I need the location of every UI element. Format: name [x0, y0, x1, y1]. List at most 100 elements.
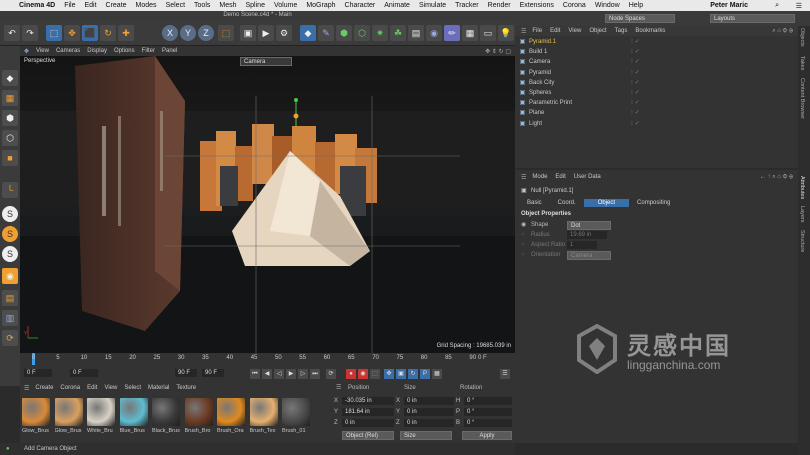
x-size-field[interactable]: 0 in: [404, 397, 454, 405]
radius-radio-icon[interactable]: ○: [521, 231, 525, 239]
environment-icon[interactable]: ▤: [408, 25, 424, 41]
object-name[interactable]: Spheres: [529, 89, 629, 98]
right-tab-takes[interactable]: Takes: [799, 56, 805, 70]
right-tab-structure[interactable]: Structure: [799, 230, 805, 252]
solo-icon[interactable]: ▤: [2, 290, 18, 306]
camera-dropdown[interactable]: Camera: [240, 57, 292, 66]
preview-end-field[interactable]: 90 F: [175, 369, 197, 377]
viewport-menu-options[interactable]: Options: [114, 48, 135, 54]
right-tab-content-browser[interactable]: Content Browser: [799, 78, 805, 119]
object-name[interactable]: Parametric Print: [529, 99, 629, 108]
deformer-icon[interactable]: ✷: [372, 25, 388, 41]
object-menu-bookmarks[interactable]: Bookmarks: [635, 28, 665, 34]
end-frame-field[interactable]: 90 F: [202, 369, 224, 377]
layer-icon[interactable]: ▥: [2, 310, 18, 326]
object-name[interactable]: Camera: [529, 58, 629, 67]
viewport-menu-panel[interactable]: Panel: [162, 48, 177, 54]
visibility-flags-icon[interactable]: ⁝ ✓: [631, 99, 640, 108]
subdivision-icon[interactable]: ⬢: [336, 25, 352, 41]
menu-file[interactable]: File: [64, 2, 75, 9]
material-swatch[interactable]: [119, 398, 148, 426]
grid-icon[interactable]: ▦: [462, 25, 478, 41]
material-swatch[interactable]: [249, 398, 278, 426]
object-name[interactable]: Pyramid: [529, 69, 629, 78]
cloner-icon[interactable]: ⬡: [354, 25, 370, 41]
tab-coord[interactable]: Coord.: [550, 199, 584, 207]
object-row[interactable]: ▣ Spheres ⁝ ✓: [519, 89, 794, 98]
menu-window[interactable]: Window: [595, 2, 620, 9]
attribute-menu-mode[interactable]: Mode: [532, 174, 547, 180]
apply-button[interactable]: Apply: [462, 431, 512, 440]
aspect-radio-icon[interactable]: ○: [521, 241, 525, 249]
tab-compositing[interactable]: Compositing: [629, 199, 678, 207]
object-menu-tags[interactable]: Tags: [615, 28, 628, 34]
object-name[interactable]: Light: [529, 120, 629, 129]
scale-icon[interactable]: ⬛: [82, 25, 98, 41]
material-item[interactable]: Glow_Brus: [54, 398, 85, 438]
move-icon[interactable]: ✥: [64, 25, 80, 41]
snap-icon[interactable]: S: [2, 206, 18, 222]
rotate-icon[interactable]: ↻: [100, 25, 116, 41]
timeline-ruler[interactable]: [28, 353, 470, 365]
go-start-icon[interactable]: ⏮: [250, 369, 260, 379]
points-mode-icon[interactable]: ⬢: [2, 110, 18, 126]
menu-select[interactable]: Select: [166, 2, 185, 9]
viewport-menu-filter[interactable]: Filter: [142, 48, 155, 54]
pla-key-icon[interactable]: ▦: [432, 369, 442, 379]
position-key-icon[interactable]: ✥: [384, 369, 394, 379]
live-select-icon[interactable]: ⬚: [46, 25, 62, 41]
axis-mode-icon[interactable]: └: [2, 182, 18, 198]
menu-corona[interactable]: Corona: [563, 2, 586, 9]
object-row[interactable]: ▣ Build 1 ⁝ ✓: [519, 48, 794, 57]
menu-animate[interactable]: Animate: [384, 2, 410, 9]
object-menu-object[interactable]: Object: [589, 28, 606, 34]
render-picture-viewer-icon[interactable]: ▶: [258, 25, 274, 41]
material-item[interactable]: Brush_Bro: [184, 398, 215, 438]
material-swatch[interactable]: [217, 398, 245, 426]
tab-object[interactable]: Object: [583, 199, 630, 207]
material-item[interactable]: Glow_Brus: [22, 398, 52, 438]
p-rotation-field[interactable]: 0 °: [464, 408, 512, 416]
autokey-icon[interactable]: ◉: [358, 369, 368, 379]
record-icon[interactable]: ●: [346, 369, 356, 379]
orientation-dropdown[interactable]: Camera: [567, 251, 611, 260]
object-row[interactable]: ▣ Light ⁝ ✓: [519, 120, 794, 129]
texture-mode-icon[interactable]: ▦: [2, 90, 18, 106]
radius-field[interactable]: 19.69 in: [567, 231, 607, 239]
loop-icon[interactable]: ⟳: [326, 369, 336, 379]
menu-volume[interactable]: Volume: [274, 2, 297, 9]
h-rotation-field[interactable]: 0 °: [464, 397, 512, 405]
material-item[interactable]: Brush_Tex: [249, 398, 280, 438]
attribute-menu-user-data[interactable]: User Data: [574, 174, 601, 180]
visibility-flags-icon[interactable]: ⁝ ✓: [631, 109, 640, 118]
object-name[interactable]: Pyramid.1: [529, 38, 629, 47]
visibility-flags-icon[interactable]: ⁝ ✓: [631, 89, 640, 98]
viewport-nav-icon[interactable]: ✥: [24, 48, 29, 55]
visibility-flags-icon[interactable]: ⁝ ✓: [631, 38, 640, 47]
object-menu-icon[interactable]: ☰: [521, 28, 526, 35]
menu-simulate[interactable]: Simulate: [419, 2, 446, 9]
material-swatch[interactable]: [22, 398, 50, 426]
viewport-menu-display[interactable]: Display: [87, 48, 107, 54]
menu-mesh[interactable]: Mesh: [219, 2, 236, 9]
x-position-field[interactable]: -30.035 in: [342, 397, 394, 405]
orientation-radio-icon[interactable]: ○: [521, 251, 525, 259]
material-swatch[interactable]: [54, 398, 83, 426]
edges-mode-icon[interactable]: ⬡: [2, 130, 18, 146]
material-menu-corona[interactable]: Corona: [60, 385, 80, 391]
object-search-icon[interactable]: ⌕ ⌂ ⚙ ⊕: [772, 28, 793, 35]
material-item[interactable]: White_Bru: [87, 398, 117, 438]
viewport-navigation-icons[interactable]: ✥ ⇕ ↻ ▢: [485, 48, 511, 55]
light-icon[interactable]: 💡: [498, 25, 514, 41]
material-menu-edit[interactable]: Edit: [87, 385, 97, 391]
redo-icon[interactable]: ↷: [22, 25, 38, 41]
b-rotation-field[interactable]: 0 °: [464, 419, 512, 427]
object-menu-view[interactable]: View: [568, 28, 581, 34]
shape-radio-icon[interactable]: ◉: [521, 221, 526, 229]
menu-list-icon[interactable]: ☰: [796, 2, 802, 10]
workplane-icon[interactable]: S: [2, 246, 18, 262]
render-view-icon[interactable]: ▣: [240, 25, 256, 41]
material-swatch[interactable]: [184, 398, 213, 426]
pen-icon[interactable]: ✎: [318, 25, 334, 41]
floor-icon[interactable]: ▭: [480, 25, 496, 41]
